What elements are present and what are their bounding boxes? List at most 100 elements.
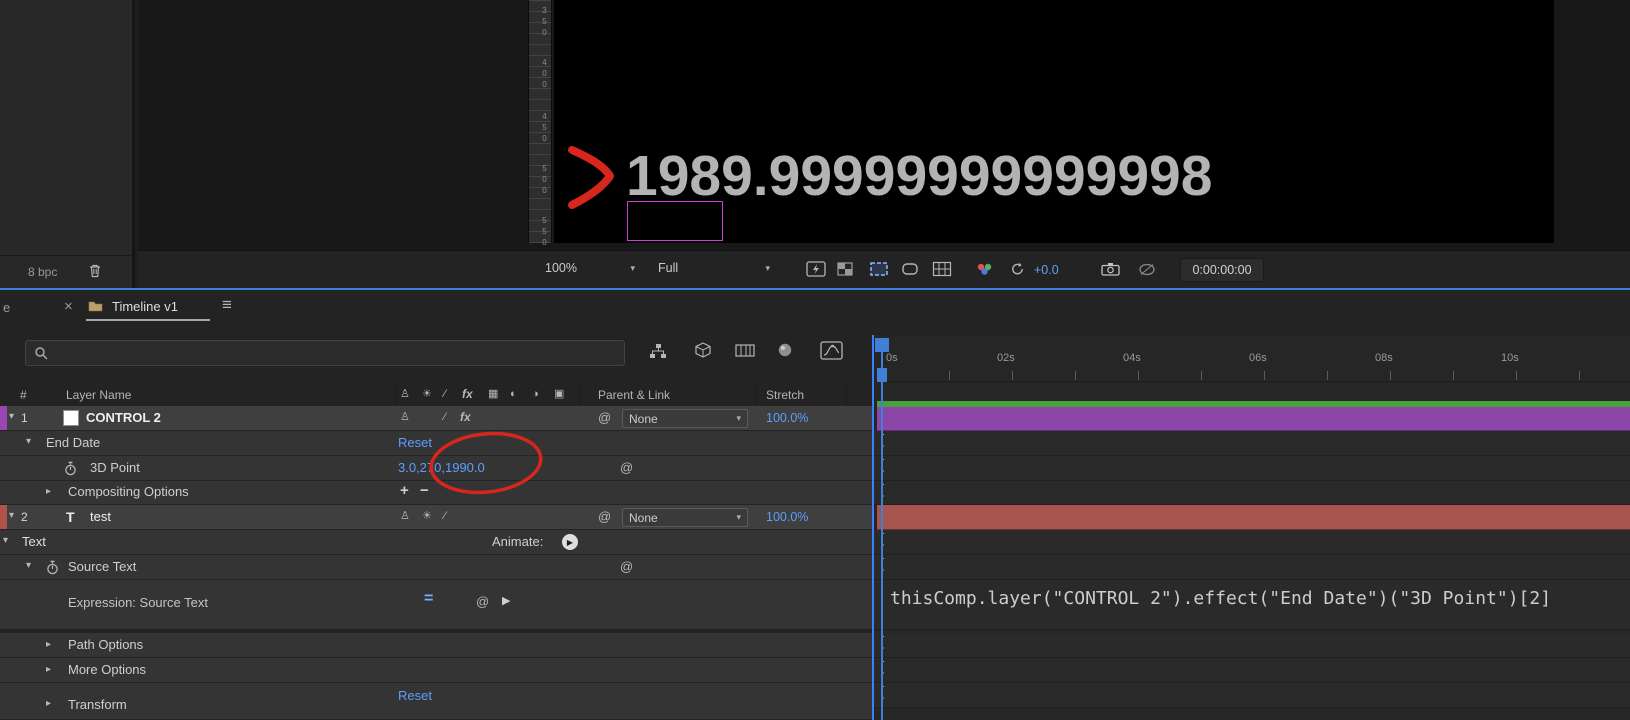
transparency-grid-icon[interactable] [837,262,853,276]
chevron-right-icon[interactable]: ▸ [46,640,51,650]
property-group-end-date[interactable]: ▾ End Date Reset [0,431,872,456]
shy-icon[interactable]: ♙ [400,511,410,522]
pick-whip-icon[interactable]: @ [620,461,633,474]
fx-icon[interactable]: fx [460,411,471,423]
layer-row-test[interactable]: ▾ 2 T test ♙ ☀ ∕ @ None ▾ 100.0% [0,505,872,530]
track-area[interactable]: 0s 02s 04s 06s 08s 10s [ [ [ [872,335,1630,720]
frame-blend-icon[interactable]: ▦ [488,389,498,400]
column-layer-name[interactable]: Layer Name [66,388,131,402]
layer-name[interactable]: test [90,509,111,524]
adjustment-layer-icon[interactable]: ◑ [532,389,539,400]
timecode-box[interactable]: 0:00:00:00 [1180,258,1264,282]
point3d-value[interactable]: 3.0,270,1990.0 [398,460,485,475]
mask-visibility-icon[interactable] [901,262,919,276]
exposure-value[interactable]: +0.0 [1034,263,1059,277]
track-row[interactable]: [ [874,456,1630,481]
threed-layer-icon[interactable]: ▣ [554,389,564,400]
pick-whip-icon[interactable]: @ [620,560,633,573]
chevron-down-icon[interactable]: ▾ [3,536,8,546]
expression-code[interactable]: thisComp.layer("CONTROL 2").effect("End … [890,588,1551,609]
track-row[interactable]: [ [874,530,1630,555]
pixel-aspect-icon[interactable] [1138,263,1156,276]
property-group-transform[interactable]: ▸ Transform Reset [0,683,872,720]
playhead-handle[interactable] [877,368,887,382]
pick-whip-icon[interactable]: @ [598,510,611,523]
resolution-dropdown[interactable]: Full ▾ [658,261,770,275]
layer-bar-control2[interactable] [877,407,1630,431]
cont-raster-icon[interactable]: ☀ [422,389,432,400]
chevron-down-icon[interactable]: ▾ [9,511,14,521]
track-row[interactable]: [ [874,481,1630,505]
layer-row-control2[interactable]: ▾ 1 CONTROL 2 ♙ ∕ fx @ None ▾ 100.0% [0,406,872,431]
tab-partial[interactable]: e [3,300,10,315]
layer-swatch[interactable] [63,410,79,426]
property-group-more-options[interactable]: ▸ More Options [0,658,872,683]
track-row[interactable]: [ [874,683,1630,708]
snapshot-camera-icon[interactable] [1101,262,1120,276]
expression-graph-icon[interactable]: ▶ [502,594,510,607]
quality-icon[interactable]: ∕ [444,412,446,423]
parent-dropdown[interactable]: None ▾ [622,409,748,428]
column-number[interactable]: # [20,388,27,402]
parent-dropdown[interactable]: None ▾ [622,508,748,527]
draft-3d-icon[interactable] [694,342,712,358]
composition-view[interactable]: 1989.99999999999998 [554,0,1554,243]
stretch-value[interactable]: 100.0% [766,510,808,524]
playhead-line[interactable] [881,338,883,720]
layer-name[interactable]: CONTROL 2 [86,410,161,425]
shy-icon[interactable]: ♙ [400,412,410,423]
column-parent-link[interactable]: Parent & Link [598,388,670,402]
graph-editor-icon[interactable] [820,341,843,360]
chevron-down-icon[interactable]: ▾ [9,412,14,422]
comp-flowchart-icon[interactable] [648,343,668,359]
quality-icon[interactable]: ∕ [444,389,446,400]
time-ruler-ticks[interactable] [886,371,1630,380]
trash-icon[interactable] [88,263,102,278]
text-layer-bbox[interactable] [627,201,723,241]
track-row[interactable]: [ [874,633,1630,658]
motion-blur-toggle-icon[interactable] [776,342,794,358]
shy-icon[interactable]: ♙ [400,389,410,400]
fast-preview-icon[interactable] [806,261,826,277]
layer-color-label[interactable] [0,505,7,529]
add-mask-ref-button[interactable]: + [400,482,409,499]
stopwatch-icon[interactable] [46,560,59,575]
grid-guides-icon[interactable] [932,261,952,277]
bpc-label[interactable]: 8 bpc [28,265,57,279]
expression-editor-row[interactable]: thisComp.layer("CONTROL 2").effect("End … [874,580,1630,630]
property-row-source-text[interactable]: ▾ Source Text @ [0,555,872,580]
layer-color-label[interactable] [0,406,7,430]
layer-bar-test[interactable] [877,505,1630,530]
track-row[interactable]: [ [874,555,1630,580]
remove-mask-ref-button[interactable]: − [420,482,429,499]
reset-button[interactable]: Reset [398,688,432,703]
pick-whip-icon[interactable]: @ [598,411,611,424]
track-row[interactable]: [ [874,431,1630,456]
animate-play-button[interactable]: ▶ [562,534,578,550]
stopwatch-icon[interactable] [64,461,77,476]
track-row[interactable]: [ [874,658,1630,683]
expression-enable-icon[interactable]: = [424,590,433,608]
pick-whip-icon[interactable]: @ [476,595,489,608]
playhead-head[interactable] [875,338,889,352]
cont-raster-icon[interactable]: ☀ [422,511,432,522]
property-group-path-options[interactable]: ▸ Path Options [0,633,872,658]
region-of-interest-icon[interactable] [869,261,889,277]
chevron-down-icon[interactable]: ▾ [26,561,31,571]
chevron-down-icon[interactable]: ▾ [26,437,31,447]
column-stretch[interactable]: Stretch [766,388,804,402]
motion-blur-icon[interactable]: ◐ [510,389,517,400]
tab-timeline-v1[interactable]: Timeline v1 [112,299,178,314]
chevron-right-icon[interactable]: ▸ [46,699,51,709]
fx-icon[interactable]: fx [462,388,473,400]
tab-close-icon[interactable]: × [64,298,73,315]
channels-icon[interactable] [976,262,994,276]
expression-row[interactable]: Expression: Source Text = @ ▶ [0,580,872,630]
chevron-right-icon[interactable]: ▸ [46,665,51,675]
vertical-ruler[interactable]: 350 400 450 500 550 [528,0,552,249]
property-group-compositing[interactable]: ▸ Compositing Options + − [0,481,872,505]
search-input[interactable] [25,340,625,366]
quality-icon[interactable]: ∕ [444,511,446,522]
reset-exposure-icon[interactable] [1010,262,1025,276]
property-row-3d-point[interactable]: 3D Point 3.0,270,1990.0 @ [0,456,872,481]
